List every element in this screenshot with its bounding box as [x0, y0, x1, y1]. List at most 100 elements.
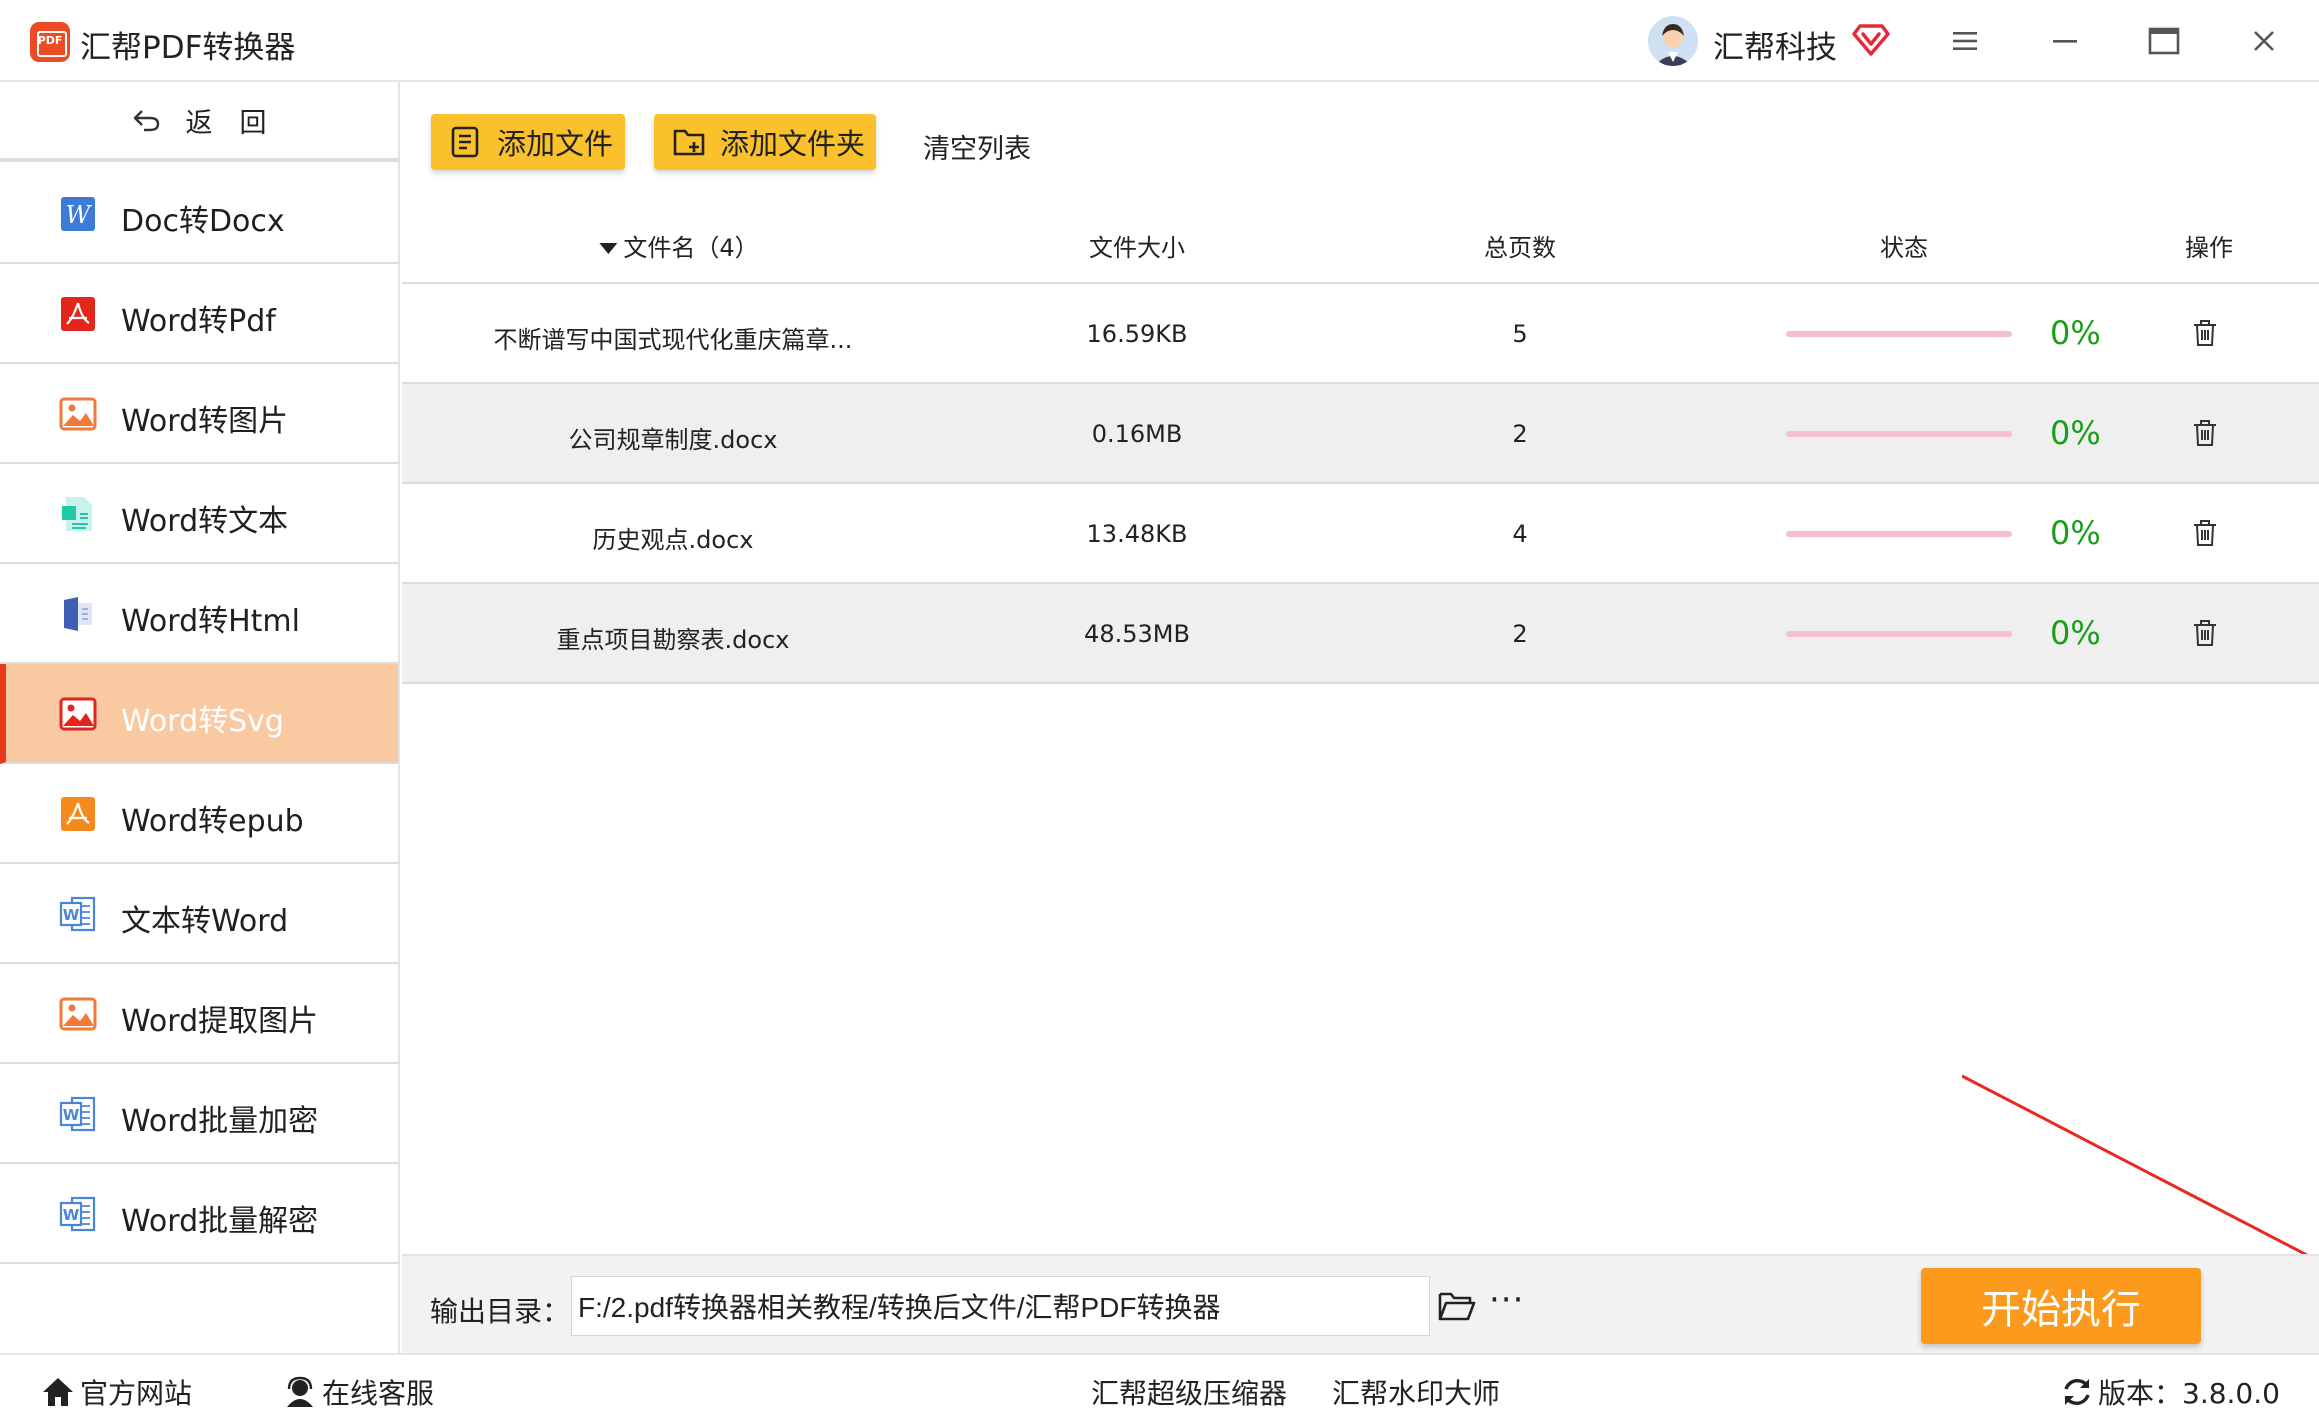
file-size: 0.16MB	[1091, 420, 1183, 448]
open-folder-icon[interactable]	[1437, 1286, 1477, 1326]
add-folder-button[interactable]: 添加文件夹	[654, 114, 876, 170]
progress-bar	[1786, 631, 2012, 637]
epub-icon	[61, 797, 95, 831]
file-size: 16.59KB	[1086, 320, 1188, 348]
online-support-label: 在线客服	[322, 1377, 435, 1410]
file-name: 重点项目勘察表.docx	[556, 626, 790, 654]
trash-icon[interactable]	[2190, 418, 2220, 448]
sidebar-item-word-to-svg[interactable]: Word转Svg	[0, 664, 398, 764]
trash-icon[interactable]	[2190, 318, 2220, 348]
close-icon[interactable]	[2241, 18, 2287, 64]
back-button[interactable]: 返 回	[0, 82, 398, 162]
table-row[interactable]: 重点项目勘察表.docx 48.53MB 2 0%	[402, 584, 2319, 684]
progress-bar	[1786, 331, 2012, 337]
sidebar-item-label: Word批量加密	[121, 1104, 319, 1139]
sidebar-item-label: Word转epub	[121, 804, 304, 839]
user-name[interactable]: 汇帮科技	[1713, 22, 1837, 67]
pdf-icon	[61, 297, 95, 331]
add-folder-label: 添加文件夹	[720, 127, 866, 161]
trash-icon[interactable]	[2190, 518, 2220, 548]
maximize-icon[interactable]	[2141, 18, 2187, 64]
svg-text:W: W	[63, 1106, 80, 1124]
back-label: 返 回	[185, 107, 267, 139]
sidebar-item-label: Word提取图片	[121, 1004, 319, 1039]
sidebar-item-label: Word转Svg	[121, 704, 284, 739]
sidebar: 返 回 W Doc转Docx Word转Pdf Word转图片 Word转文本 …	[0, 82, 400, 1353]
sidebar-item-word-batch-encrypt[interactable]: W Word批量加密	[0, 1064, 398, 1164]
menu-icon[interactable]	[1942, 18, 1988, 64]
page-count: 2	[1512, 420, 1528, 448]
image-icon	[59, 397, 97, 431]
progress-bar	[1786, 531, 2012, 537]
official-website-link[interactable]: 官方网站	[40, 1372, 192, 1412]
sidebar-item-label: Word转文本	[121, 504, 289, 539]
sidebar-item-label: Word批量解密	[121, 1204, 319, 1239]
app-title: 汇帮PDF转换器	[80, 30, 296, 66]
status-percent: 0%	[2050, 414, 2101, 452]
home-icon	[43, 1378, 73, 1406]
add-file-label: 添加文件	[497, 127, 614, 161]
file-name: 历史观点.docx	[592, 526, 754, 554]
word-doc-icon: W	[59, 1196, 96, 1232]
output-bar: 输出目录： ··· 开始执行	[402, 1254, 2319, 1353]
html-icon	[64, 597, 92, 631]
footer: 官方网站 在线客服 汇帮超级压缩器 汇帮水印大师 版本：3.8.0.0	[0, 1353, 2319, 1419]
toolbar: 添加文件 添加文件夹 清空列表	[402, 82, 2319, 192]
user-avatar[interactable]	[1648, 16, 1698, 66]
add-file-icon	[451, 126, 479, 158]
add-file-button[interactable]: 添加文件	[431, 114, 625, 170]
back-arrow-icon	[133, 110, 159, 132]
text-doc-icon	[62, 497, 92, 531]
svg-image-icon	[59, 697, 97, 731]
page-count: 2	[1512, 620, 1528, 648]
clear-list-button[interactable]: 清空列表	[923, 127, 1031, 166]
more-options-button[interactable]: ···	[1489, 1280, 1524, 1320]
sidebar-item-word-to-text[interactable]: Word转文本	[0, 464, 398, 564]
progress-bar	[1786, 431, 2012, 437]
sidebar-item-doc-to-docx[interactable]: W Doc转Docx	[0, 164, 398, 264]
column-header-pages: 总页数	[1484, 234, 1556, 262]
status-percent: 0%	[2050, 514, 2101, 552]
version-info: 版本：3.8.0.0	[2060, 1372, 2280, 1412]
sidebar-item-text-to-word[interactable]: W 文本转Word	[0, 864, 398, 964]
watermark-link[interactable]: 汇帮水印大师	[1332, 1372, 1500, 1412]
sort-down-icon	[599, 243, 618, 254]
refresh-icon[interactable]	[2060, 1375, 2094, 1409]
column-header-status: 状态	[1880, 234, 1928, 262]
start-button[interactable]: 开始执行	[1921, 1268, 2201, 1344]
sidebar-item-label: Word转Pdf	[121, 304, 276, 339]
main-panel: 添加文件 添加文件夹 清空列表 文件名（4） 文件大小 总页数 状态 操作 不断…	[402, 82, 2319, 1353]
sidebar-item-word-to-image[interactable]: Word转图片	[0, 364, 398, 464]
title-bar: PDF 汇帮PDF转换器 汇帮科技	[0, 0, 2319, 82]
word-doc-icon: W	[59, 896, 96, 932]
sidebar-item-word-to-epub[interactable]: Word转epub	[0, 764, 398, 864]
sidebar-item-word-to-html[interactable]: Word转Html	[0, 564, 398, 664]
file-size: 13.48KB	[1086, 520, 1188, 548]
status-percent: 0%	[2050, 614, 2101, 652]
column-header-action: 操作	[2185, 234, 2233, 262]
column-header-size: 文件大小	[1089, 234, 1185, 262]
svg-text:W: W	[63, 1206, 80, 1224]
customer-service-icon	[287, 1376, 313, 1407]
output-dir-input[interactable]	[571, 1276, 1430, 1336]
table-row[interactable]: 历史观点.docx 13.48KB 4 0%	[402, 484, 2319, 584]
sidebar-item-word-to-pdf[interactable]: Word转Pdf	[0, 264, 398, 364]
page-count: 5	[1512, 320, 1528, 348]
compressor-link[interactable]: 汇帮超级压缩器	[1091, 1372, 1287, 1412]
table-row[interactable]: 不断谱写中国式现代化重庆篇章... 16.59KB 5 0%	[402, 284, 2319, 384]
add-folder-icon	[673, 129, 705, 156]
page-count: 4	[1512, 520, 1528, 548]
sidebar-item-word-extract-image[interactable]: Word提取图片	[0, 964, 398, 1064]
svg-text:W: W	[66, 201, 93, 229]
online-support-link[interactable]: 在线客服	[282, 1372, 434, 1412]
column-header-name[interactable]: 文件名（4）	[599, 228, 759, 263]
minimize-icon[interactable]	[2042, 18, 2088, 64]
file-name: 不断谱写中国式现代化重庆篇章...	[493, 326, 853, 354]
table-row[interactable]: 公司规章制度.docx 0.16MB 2 0%	[402, 384, 2319, 484]
file-name: 公司规章制度.docx	[568, 426, 778, 454]
table-header: 文件名（4） 文件大小 总页数 状态 操作	[402, 192, 2319, 284]
sidebar-item-word-batch-decrypt[interactable]: W Word批量解密	[0, 1164, 398, 1264]
trash-icon[interactable]	[2190, 618, 2220, 648]
vip-diamond-icon[interactable]	[1852, 20, 1890, 58]
output-dir-label: 输出目录：	[430, 1295, 571, 1328]
